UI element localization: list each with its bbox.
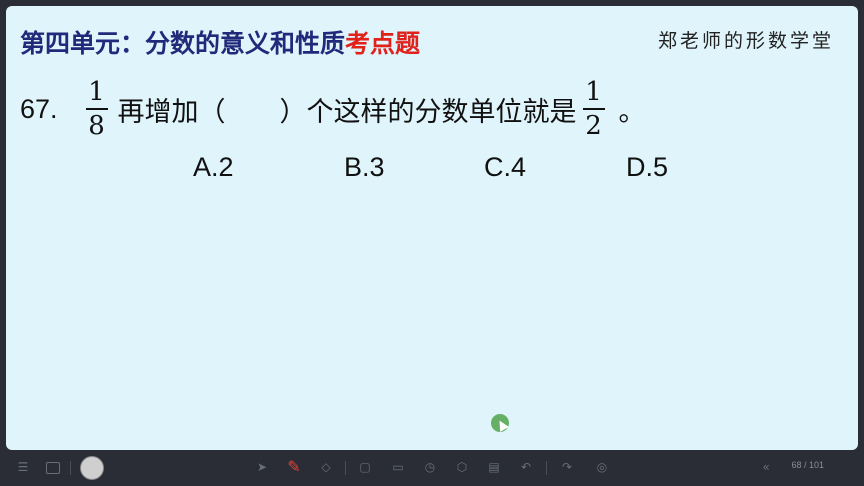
- presentation-toolbar: ☰ ➤ ✎ ◇ ▢ ▭ ◷ ⬡ ▤ ↶ ↷ ◎ « 68 / 101: [0, 450, 864, 486]
- question-number: 67.: [20, 93, 58, 124]
- option-c: C.4: [484, 152, 527, 182]
- menu-icon[interactable]: ☰: [14, 459, 32, 475]
- toolbar-divider: [70, 461, 71, 475]
- brand-label: 郑老师的形数学堂: [657, 30, 834, 52]
- fraction2-bar: [582, 108, 605, 110]
- option-b: B.3: [344, 152, 385, 182]
- fraction-one-eighth: 1 8: [85, 77, 108, 141]
- undo-icon[interactable]: ↶: [517, 459, 535, 475]
- slide: 第四单元：分数的意义和性质考点题 郑老师的形数学堂 67. 1 8 再增加（ ）…: [6, 6, 858, 450]
- answer-options: A.2 B.3 C.4 D.5: [6, 152, 858, 188]
- option-d: D.5: [626, 152, 669, 182]
- fraction-one-half: 1 2: [582, 77, 605, 141]
- screen-icon[interactable]: [44, 459, 62, 475]
- fraction2-denominator: 2: [585, 111, 602, 141]
- eraser-icon[interactable]: ◇: [317, 459, 335, 475]
- toolbar-divider: [546, 461, 547, 475]
- record-icon[interactable]: ◎: [593, 459, 611, 475]
- shapes-icon[interactable]: ▢: [356, 459, 374, 475]
- fraction1-bar: [85, 108, 108, 110]
- page-indicator: 68 / 101: [791, 460, 824, 470]
- fraction1-denominator: 8: [88, 111, 105, 141]
- toolbar-divider: [345, 461, 346, 475]
- pen-icon[interactable]: ✎: [285, 459, 303, 475]
- timer-icon[interactable]: ◷: [421, 459, 439, 475]
- question-end: 。: [618, 96, 646, 128]
- fraction2-numerator: 1: [585, 77, 602, 107]
- page-title: 第四单元：分数的意义和性质考点题: [20, 24, 420, 60]
- title-highlight: 考点题: [345, 29, 421, 58]
- video-icon[interactable]: ▤: [485, 459, 503, 475]
- question-text: 再增加（ ）个这样的分数单位就是: [117, 96, 577, 128]
- question: 67. 1 8 再增加（ ）个这样的分数单位就是 1 2 。: [20, 74, 646, 144]
- prev-page-icon[interactable]: «: [757, 459, 775, 475]
- tools-icon[interactable]: ⬡: [453, 459, 471, 475]
- redo-icon[interactable]: ↷: [558, 459, 576, 475]
- title-main: 第四单元：分数的意义和性质: [20, 29, 346, 58]
- option-a: A.2: [193, 152, 234, 182]
- avatar[interactable]: [80, 456, 104, 480]
- pointer-icon[interactable]: ➤: [253, 459, 271, 475]
- fraction1-numerator: 1: [88, 77, 105, 107]
- whiteboard-icon[interactable]: ▭: [389, 459, 407, 475]
